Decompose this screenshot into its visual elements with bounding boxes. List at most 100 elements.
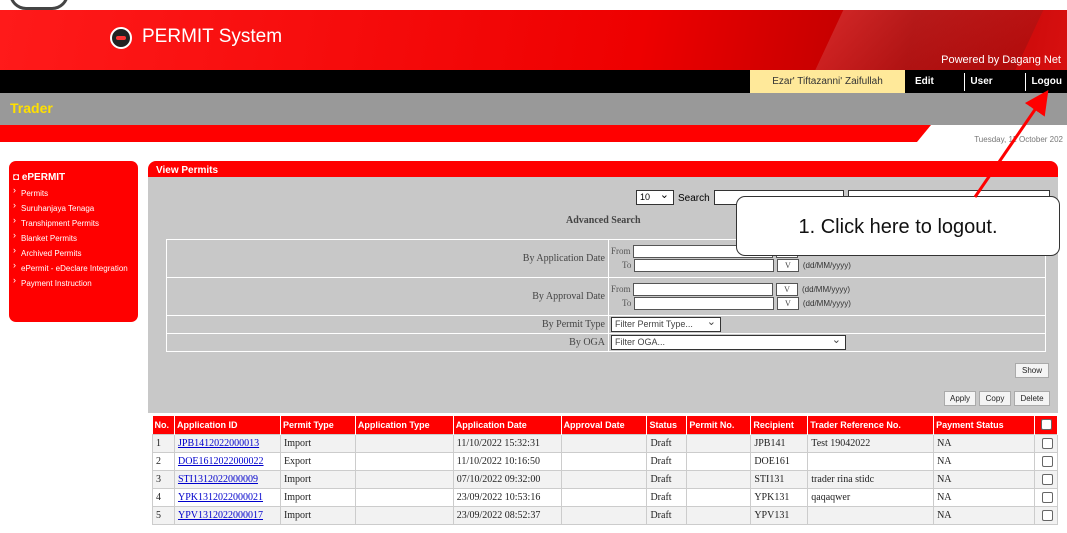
cell-select (1033, 487, 1059, 507)
sidebar-menu: Permits Suruhanjaya Tenaga Transhipment … (9, 186, 138, 292)
user-manual-link[interactable]: User Manual (964, 73, 1025, 105)
oga-select[interactable]: Filter OGA... (611, 334, 846, 350)
cell-application-type (354, 469, 454, 489)
col-status[interactable]: Status (646, 416, 688, 434)
table-row: 3 STI1312022000009 Import 07/10/2022 09:32:… (152, 469, 1059, 489)
cell-permit-no (686, 451, 752, 471)
cell-select (1033, 433, 1059, 453)
cell-permit-no (686, 433, 752, 453)
role-label: Trader (10, 100, 53, 116)
app-title: PERMIT System (142, 26, 283, 47)
by-application-date-text: By Application Date (522, 253, 605, 264)
top-menu: Edit Profile User Manual Logou (910, 73, 1067, 105)
row-checkbox[interactable] (1041, 509, 1053, 521)
permits-table: No. Application ID Permit Type Applicati… (152, 416, 1059, 525)
col-permit-type[interactable]: Permit Type (280, 416, 356, 434)
sidebar-item-edeclare-integration[interactable]: ePermit - eDeclare Integration (9, 261, 138, 277)
table-row: 4 YPK1312022000021 Import 23/09/2022 10:53:… (152, 487, 1059, 507)
cell-approval-date (560, 433, 648, 453)
approval-date-from-picker[interactable]: V (776, 283, 799, 296)
row-checkbox[interactable] (1041, 491, 1053, 503)
user-name: Ezar' Tiftazanni' Zaifullah (750, 70, 905, 93)
application-id-link[interactable]: DOE1612022000022 (178, 456, 264, 467)
row-checkbox[interactable] (1041, 437, 1053, 449)
permit-type-select[interactable]: Filter Permit Type... (611, 316, 721, 332)
col-application-type[interactable]: Application Type (355, 416, 454, 434)
col-trader-ref[interactable]: Trader Reference No. (807, 416, 935, 434)
to-label: To (622, 297, 632, 308)
cell-payment-status: NA (933, 469, 1035, 489)
sidebar-item-suruhanjaya-tenaga[interactable]: Suruhanjaya Tenaga (9, 201, 138, 217)
cell-recipient: STI131 (750, 469, 809, 489)
oga-cell: Filter OGA... (608, 333, 1046, 352)
app-date-to-input[interactable] (633, 259, 774, 272)
delete-button[interactable]: Delete (1014, 391, 1050, 406)
date-format-hint: (dd/MM/yyyy) (802, 284, 851, 294)
approval-date-from-input[interactable] (633, 283, 774, 296)
cell-permit-type: Import (279, 505, 356, 525)
cell-application-id-link: JPB1412022000013 (173, 433, 281, 453)
sidebar-title: ◘ ePERMIT (13, 172, 66, 183)
view-permits-title: View Permits (148, 161, 1058, 177)
row-checkbox[interactable] (1041, 455, 1053, 467)
date-format-hint: (dd/MM/yyyy) (802, 260, 851, 270)
role-band (0, 93, 1067, 125)
col-no[interactable]: No. (152, 416, 175, 434)
select-all-header (1034, 416, 1059, 434)
cell-trader-ref: qaqaqwer (807, 487, 935, 507)
approval-date-to-input[interactable] (633, 297, 774, 310)
col-recipient[interactable]: Recipient (750, 416, 809, 434)
apply-button[interactable]: Apply (944, 391, 976, 406)
cell-row-no: 4 (152, 487, 175, 507)
sidebar-item-transhipment-permits[interactable]: Transhipment Permits (9, 216, 138, 232)
cell-application-date: 11/10/2022 15:32:31 (452, 433, 562, 453)
approval-date-to-picker[interactable]: V (776, 297, 799, 310)
app-date-to-picker[interactable]: V (776, 259, 799, 272)
cell-permit-type: Import (279, 469, 356, 489)
cell-application-type (354, 451, 454, 471)
cell-payment-status: NA (933, 433, 1035, 453)
row-checkbox[interactable] (1041, 473, 1053, 485)
application-id-link[interactable]: JPB1412022000013 (178, 438, 259, 449)
cell-application-type (354, 433, 454, 453)
application-id-link[interactable]: STI1312022000009 (178, 474, 258, 485)
col-approval-date[interactable]: Approval Date (561, 416, 648, 434)
cell-application-date: 11/10/2022 10:16:50 (452, 451, 562, 471)
col-permit-no[interactable]: Permit No. (686, 416, 752, 434)
logout-callout: 1. Click here to logout. (736, 196, 1060, 256)
col-application-id[interactable]: Application ID (174, 416, 281, 434)
approval-date-fields: From V (dd/MM/yyyy) To V (dd/MM/yyyy) (608, 277, 1046, 316)
sidebar-item-archived-permits[interactable]: Archived Permits (9, 246, 138, 262)
cell-trader-ref (807, 505, 935, 525)
user-bar (0, 70, 1067, 93)
to-label: To (622, 259, 632, 270)
cell-row-no: 5 (152, 505, 175, 525)
cell-recipient: YPV131 (750, 505, 809, 525)
cell-approval-date (560, 469, 648, 489)
select-all-checkbox[interactable] (1041, 419, 1053, 431)
page-size-select[interactable]: 10 (636, 189, 674, 205)
cell-status: Draft (646, 505, 688, 525)
copy-button[interactable]: Copy (979, 391, 1011, 406)
sidebar-item-permits[interactable]: Permits (9, 186, 138, 202)
col-payment-status[interactable]: Payment Status (933, 416, 1035, 434)
edit-profile-link[interactable]: Edit Profile (910, 73, 964, 105)
by-approval-date-label: By Approval Date (166, 277, 609, 316)
cell-application-id-link: YPV1312022000017 (173, 505, 281, 525)
application-id-link[interactable]: YPV1312022000017 (178, 510, 263, 521)
table-header-row: No. Application ID Permit Type Applicati… (152, 416, 1059, 434)
cell-permit-no (686, 487, 752, 507)
show-button[interactable]: Show (1015, 363, 1049, 378)
cell-row-no: 1 (152, 433, 175, 453)
sidebar-item-payment-instruction[interactable]: Payment Instruction (9, 276, 138, 292)
logout-link[interactable]: Logou (1025, 73, 1067, 91)
cell-select (1033, 505, 1059, 525)
sidebar-item-blanket-permits[interactable]: Blanket Permits (9, 231, 138, 247)
by-permit-type-text: By Permit Type (541, 319, 605, 330)
from-label: From (611, 245, 631, 256)
cell-select (1033, 469, 1059, 489)
application-id-link[interactable]: YPK1312022000021 (178, 492, 263, 503)
col-application-date[interactable]: Application Date (453, 416, 562, 434)
cell-payment-status: NA (933, 487, 1035, 507)
cell-status: Draft (646, 469, 688, 489)
